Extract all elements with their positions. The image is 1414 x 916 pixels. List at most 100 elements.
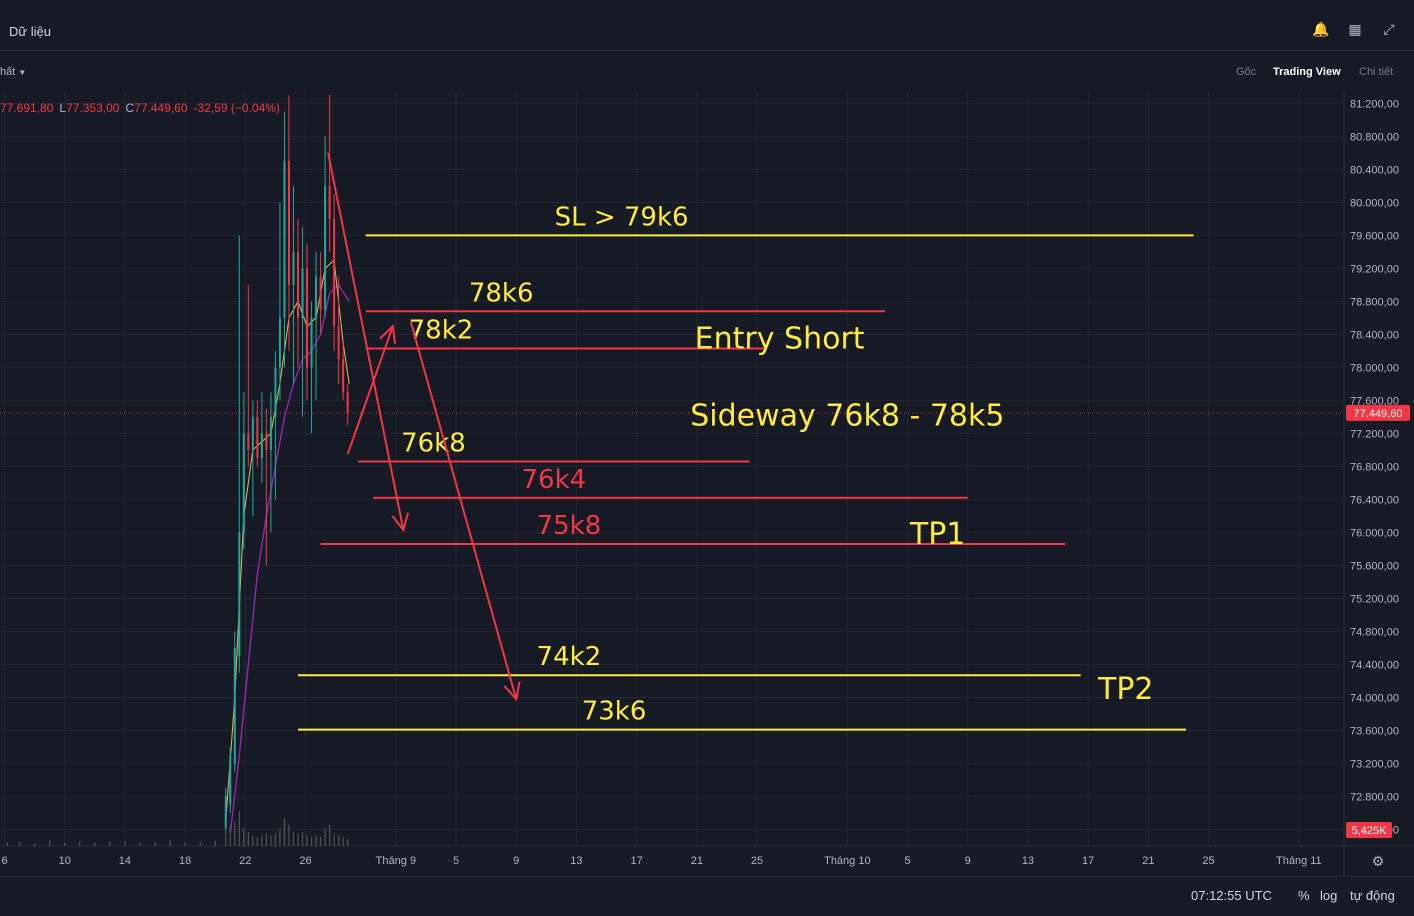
y-tick-label: 76.400,00 — [1350, 494, 1399, 506]
y-tick-label: 78.000,00 — [1350, 362, 1399, 374]
x-tick-label: 10 — [59, 855, 71, 867]
candle-body — [296, 251, 299, 318]
log-toggle[interactable]: log — [1320, 888, 1337, 903]
volume-bar — [139, 842, 141, 846]
volume-bar — [94, 842, 96, 846]
level-label-78k6: 78k6 — [469, 278, 534, 308]
volume-bar — [256, 837, 258, 846]
arrow-shaft — [346, 325, 394, 455]
candle-body — [283, 161, 286, 318]
volume-bar — [169, 840, 171, 846]
x-tick-label: 9 — [513, 855, 519, 867]
ohlc-legend: 77.691,80 L77.353,00 C77.449,60 -32,59 (−0.… — [0, 101, 286, 115]
collapse-icon[interactable]: ⤢ — [1380, 20, 1398, 38]
x-tick-label: 13 — [570, 855, 582, 867]
ohlc-high: 77.691,80 — [0, 101, 54, 115]
candle-body — [301, 268, 304, 318]
utc-clock: 07:12:55 UTC — [1191, 888, 1272, 903]
volume-bar — [338, 835, 340, 846]
y-tick-label: 80.400,00 — [1350, 164, 1399, 176]
x-tick-label: 9 — [965, 855, 971, 867]
level-label-76k8: 76k8 — [401, 428, 466, 458]
level-label-73k6: 73k6 — [582, 697, 647, 727]
volume-bar — [261, 835, 263, 846]
y-tick-label: 77.200,00 — [1350, 428, 1399, 440]
volume-bar — [199, 841, 201, 846]
ohlc-low: 77.353,00 — [66, 101, 120, 115]
chevron-down-icon: ▼ — [18, 68, 27, 77]
x-tick-label: 5 — [453, 855, 459, 867]
view-tab-original[interactable]: Gốc — [1236, 66, 1256, 78]
panel-title: Dữ liệu — [9, 24, 51, 39]
volume-bar — [234, 821, 236, 846]
ohlc-change: -32,59 (−0.04%) — [193, 101, 280, 115]
x-tick-label: Tháng 10 — [824, 855, 870, 867]
candle-body — [265, 433, 268, 450]
x-tick-label: 6 — [1, 855, 7, 867]
y-tick-label: 78.400,00 — [1350, 329, 1399, 341]
y-tick-label: 75.200,00 — [1350, 593, 1399, 605]
y-tick-label: 79.200,00 — [1350, 263, 1399, 275]
volume-bar — [154, 842, 156, 846]
candle-body — [242, 433, 245, 533]
volume-bar — [49, 840, 51, 846]
view-tab-trading-view[interactable]: Trading View — [1273, 66, 1341, 78]
annotation-text: Entry Short — [695, 322, 865, 357]
x-tick-label: 21 — [691, 855, 703, 867]
x-tick-label: 22 — [239, 855, 251, 867]
candle-body — [224, 796, 227, 828]
y-tick-label: 81.200,00 — [1350, 98, 1399, 110]
level-label-75k8: 75k8 — [537, 511, 602, 541]
y-tick-label: 80.000,00 — [1350, 197, 1399, 209]
candle-body — [233, 647, 236, 764]
x-tick-label: 18 — [179, 855, 191, 867]
level-label-78k2: 78k2 — [409, 315, 474, 345]
volume-bar — [333, 833, 335, 846]
candle-body — [328, 185, 331, 219]
y-tick-label: 72.800,00 — [1350, 791, 1399, 803]
view-tab-detail[interactable]: Chi tiết — [1359, 66, 1393, 78]
volume-bar — [301, 832, 304, 846]
grid-icon[interactable]: ▦ — [1346, 20, 1364, 38]
settings-gear-icon[interactable]: ⚙ — [1369, 853, 1387, 871]
volume-bar — [64, 842, 66, 846]
level-label-sl: SL > 79k6 — [555, 202, 689, 232]
volume-bar — [342, 837, 344, 846]
y-tick-label: 76.000,00 — [1350, 527, 1399, 539]
candle-body — [238, 532, 241, 657]
volume-bar — [315, 835, 317, 846]
volume-bar — [124, 841, 126, 846]
volume-bar — [18, 841, 21, 846]
volume-bar — [292, 832, 295, 846]
volume-bar — [329, 825, 331, 846]
volume-bar — [247, 832, 249, 846]
y-tick-label: 74.400,00 — [1350, 659, 1399, 671]
volume-bars — [6, 811, 349, 846]
price-chart[interactable]: 81.200,00 80.800,00 80.400,00 80.000,00 79.6… — [0, 91, 1414, 876]
interval-dropdown[interactable]: hất ▼ — [0, 66, 26, 78]
volume-bar — [6, 842, 9, 846]
top-bar: Dữ liệu 🔔 ▦ ⤢ — [0, 6, 1414, 51]
bell-icon[interactable]: 🔔 — [1312, 20, 1330, 38]
y-tick-label: 80.800,00 — [1350, 131, 1399, 143]
volume-bar — [297, 833, 299, 846]
x-tick-label: 21 — [1142, 855, 1154, 867]
x-tick-label: 17 — [631, 855, 643, 867]
y-tick-label: 78.800,00 — [1350, 296, 1399, 308]
x-tick-label: 25 — [1202, 855, 1214, 867]
x-tick-label: 25 — [751, 855, 763, 867]
volume-bar — [184, 842, 186, 846]
candle-body — [229, 755, 232, 805]
y-tick-label: 74.800,00 — [1350, 626, 1399, 638]
auto-scale-toggle[interactable]: tự động — [1350, 888, 1395, 903]
volume-bar — [79, 841, 81, 846]
percent-toggle[interactable]: % — [1298, 888, 1310, 903]
x-tick-label: 14 — [119, 855, 131, 867]
volume-bar — [243, 828, 245, 846]
bottom-bar: 07:12:55 UTC % log tự động — [0, 876, 1414, 916]
chart-toolbar: hất ▼ Gốc Trading View Chi tiết — [0, 51, 1414, 91]
candle-body — [247, 433, 250, 450]
annotation-text: TP2 — [1097, 672, 1154, 707]
volume-label: 5,425K — [1352, 825, 1388, 837]
x-tick-label: 13 — [1022, 855, 1034, 867]
